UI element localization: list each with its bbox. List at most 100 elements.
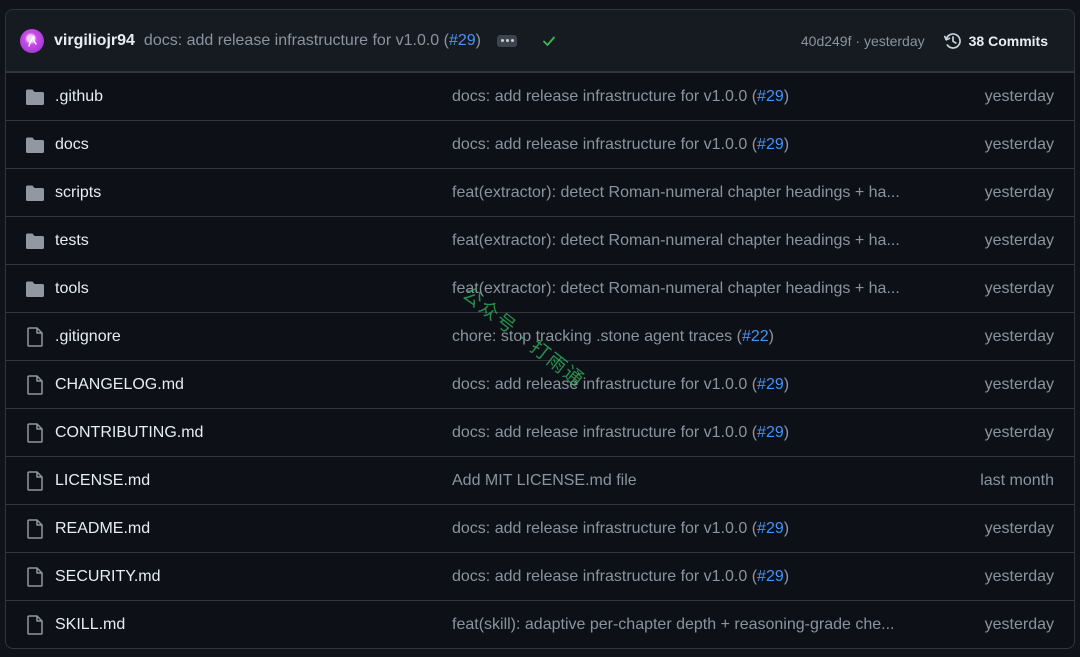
latest-commit-pr-link[interactable]: #29 <box>449 32 476 49</box>
commit-author[interactable]: virgiliojr94 <box>54 32 135 50</box>
file-commit-message[interactable]: docs: add release infrastructure for v1.… <box>452 520 917 538</box>
file-commit-message[interactable]: docs: add release infrastructure for v1.… <box>452 568 917 586</box>
file-commit-text[interactable]: Add MIT LICENSE.md file <box>452 472 637 489</box>
file-commit-text-end: ) <box>783 567 790 585</box>
latest-commit-bar: virgiliojr94 docs: add release infrastru… <box>6 10 1074 72</box>
file-commit-message[interactable]: feat(skill): adaptive per-chapter depth … <box>452 616 917 634</box>
file-commit-text[interactable]: docs: add release infrastructure for v1.… <box>452 136 757 153</box>
file-row[interactable]: scripts feat(extractor): detect Roman-nu… <box>6 168 1074 216</box>
file-commit-text[interactable]: chore: stop tracking .stone agent traces… <box>452 328 742 345</box>
file-commit-text-end: ) <box>783 135 790 153</box>
file-row[interactable]: .github docs: add release infrastructure… <box>6 72 1074 120</box>
file-commit-pr-link[interactable]: #22 <box>742 328 769 345</box>
file-name-link[interactable]: README.md <box>55 520 150 538</box>
file-row[interactable]: .gitignore chore: stop tracking .stone a… <box>6 312 1074 360</box>
commits-count[interactable]: 38 Commits <box>969 33 1048 49</box>
file-commit-pr-link[interactable]: #29 <box>757 136 784 153</box>
file-commit-date: yesterday <box>984 519 1054 537</box>
file-commit-message[interactable]: feat(extractor): detect Roman-numeral ch… <box>452 232 917 250</box>
file-commit-date: yesterday <box>984 135 1054 153</box>
file-commit-text[interactable]: docs: add release infrastructure for v1.… <box>452 568 757 585</box>
file-commit-date: yesterday <box>984 615 1054 633</box>
file-name-link[interactable]: .github <box>55 88 103 106</box>
file-row[interactable]: CONTRIBUTING.md docs: add release infras… <box>6 408 1074 456</box>
file-icon <box>25 614 45 635</box>
file-commit-message[interactable]: docs: add release infrastructure for v1.… <box>452 424 917 442</box>
commit-sha-time: 40d249f · yesterday <box>801 33 925 49</box>
latest-commit-text-end: ) <box>475 31 481 49</box>
file-commit-text-end: ) <box>768 327 774 345</box>
file-commit-message[interactable]: docs: add release infrastructure for v1.… <box>452 88 917 106</box>
file-row[interactable]: docs docs: add release infrastructure fo… <box>6 120 1074 168</box>
file-row[interactable]: LICENSE.md Add MIT LICENSE.md file last … <box>6 456 1074 504</box>
file-commit-date: yesterday <box>984 423 1054 441</box>
file-name-link[interactable]: scripts <box>55 184 101 202</box>
file-commit-pr-link[interactable]: #29 <box>757 424 784 441</box>
file-name-link[interactable]: SKILL.md <box>55 616 125 634</box>
file-name-link[interactable]: CONTRIBUTING.md <box>55 424 203 442</box>
file-row[interactable]: SKILL.md feat(skill): adaptive per-chapt… <box>6 600 1074 648</box>
file-row[interactable]: tools feat(extractor): detect Roman-nume… <box>6 264 1074 312</box>
file-icon <box>25 566 45 587</box>
file-name-link[interactable]: .gitignore <box>55 328 121 346</box>
file-commit-text[interactable]: docs: add release infrastructure for v1.… <box>452 424 757 441</box>
file-commit-pr-link[interactable]: #29 <box>757 568 784 585</box>
file-commit-date: yesterday <box>984 567 1054 585</box>
file-commit-message[interactable]: docs: add release infrastructure for v1.… <box>452 376 917 394</box>
file-commit-text[interactable]: feat(extractor): detect Roman-numeral ch… <box>452 232 900 249</box>
expand-commit-message-button[interactable] <box>497 34 517 47</box>
file-commit-text-end: ) <box>783 375 790 393</box>
file-commit-message[interactable]: feat(extractor): detect Roman-numeral ch… <box>452 280 917 298</box>
file-commit-text[interactable]: docs: add release infrastructure for v1.… <box>452 88 757 105</box>
file-row[interactable]: README.md docs: add release infrastructu… <box>6 504 1074 552</box>
file-icon <box>25 470 45 491</box>
file-icon <box>25 422 45 443</box>
avatar[interactable] <box>20 28 44 53</box>
file-name-link[interactable]: SECURITY.md <box>55 568 161 586</box>
file-row[interactable]: tests feat(extractor): detect Roman-nume… <box>6 216 1074 264</box>
file-commit-date: yesterday <box>984 279 1054 297</box>
file-commit-text-end: ) <box>783 519 790 537</box>
file-name-link[interactable]: tools <box>55 280 89 298</box>
file-icon <box>25 374 45 395</box>
file-name-link[interactable]: tests <box>55 232 89 250</box>
file-commit-text[interactable]: feat(extractor): detect Roman-numeral ch… <box>452 184 900 201</box>
file-commit-text[interactable]: feat(skill): adaptive per-chapter depth … <box>452 616 894 633</box>
latest-commit-message[interactable]: docs: add release infrastructure for v1.… <box>144 32 481 50</box>
file-commit-message[interactable]: docs: add release infrastructure for v1.… <box>452 136 917 154</box>
file-commit-text[interactable]: feat(extractor): detect Roman-numeral ch… <box>452 280 900 297</box>
file-row[interactable]: CHANGELOG.md docs: add release infrastru… <box>6 360 1074 408</box>
latest-commit-text[interactable]: docs: add release infrastructure for v1.… <box>144 32 449 49</box>
folder-icon <box>25 183 45 203</box>
avatar-figure-icon <box>28 35 37 47</box>
file-commit-date: yesterday <box>984 375 1054 393</box>
file-commit-pr-link[interactable]: #29 <box>757 520 784 537</box>
history-icon <box>943 33 961 49</box>
file-commit-pr-link[interactable]: #29 <box>757 88 784 105</box>
file-commit-date: yesterday <box>984 327 1054 345</box>
folder-icon <box>25 135 45 155</box>
file-commit-text-end: ) <box>783 87 790 105</box>
check-icon[interactable] <box>541 33 557 49</box>
commit-sha-link[interactable]: 40d249f <box>801 33 852 49</box>
file-commit-message[interactable]: feat(extractor): detect Roman-numeral ch… <box>452 184 917 202</box>
file-name-link[interactable]: CHANGELOG.md <box>55 376 184 394</box>
file-name-link[interactable]: docs <box>55 136 89 154</box>
sha-separator: · <box>851 33 864 49</box>
file-commit-message[interactable]: Add MIT LICENSE.md file <box>452 472 917 490</box>
file-name-link[interactable]: LICENSE.md <box>55 472 150 490</box>
file-row[interactable]: SECURITY.md docs: add release infrastruc… <box>6 552 1074 600</box>
file-icon <box>25 326 45 347</box>
commit-time: yesterday <box>863 33 925 49</box>
commits-history-link[interactable]: 38 Commits <box>943 31 1048 51</box>
file-commit-date: yesterday <box>984 183 1054 201</box>
folder-icon <box>25 231 45 251</box>
folder-icon <box>25 279 45 299</box>
file-commit-message[interactable]: chore: stop tracking .stone agent traces… <box>452 328 917 346</box>
file-icon <box>25 518 45 539</box>
file-browser: virgiliojr94 docs: add release infrastru… <box>5 9 1075 649</box>
file-commit-date: yesterday <box>984 87 1054 105</box>
file-commit-text[interactable]: docs: add release infrastructure for v1.… <box>452 376 757 393</box>
file-commit-text[interactable]: docs: add release infrastructure for v1.… <box>452 520 757 537</box>
file-commit-pr-link[interactable]: #29 <box>757 376 784 393</box>
